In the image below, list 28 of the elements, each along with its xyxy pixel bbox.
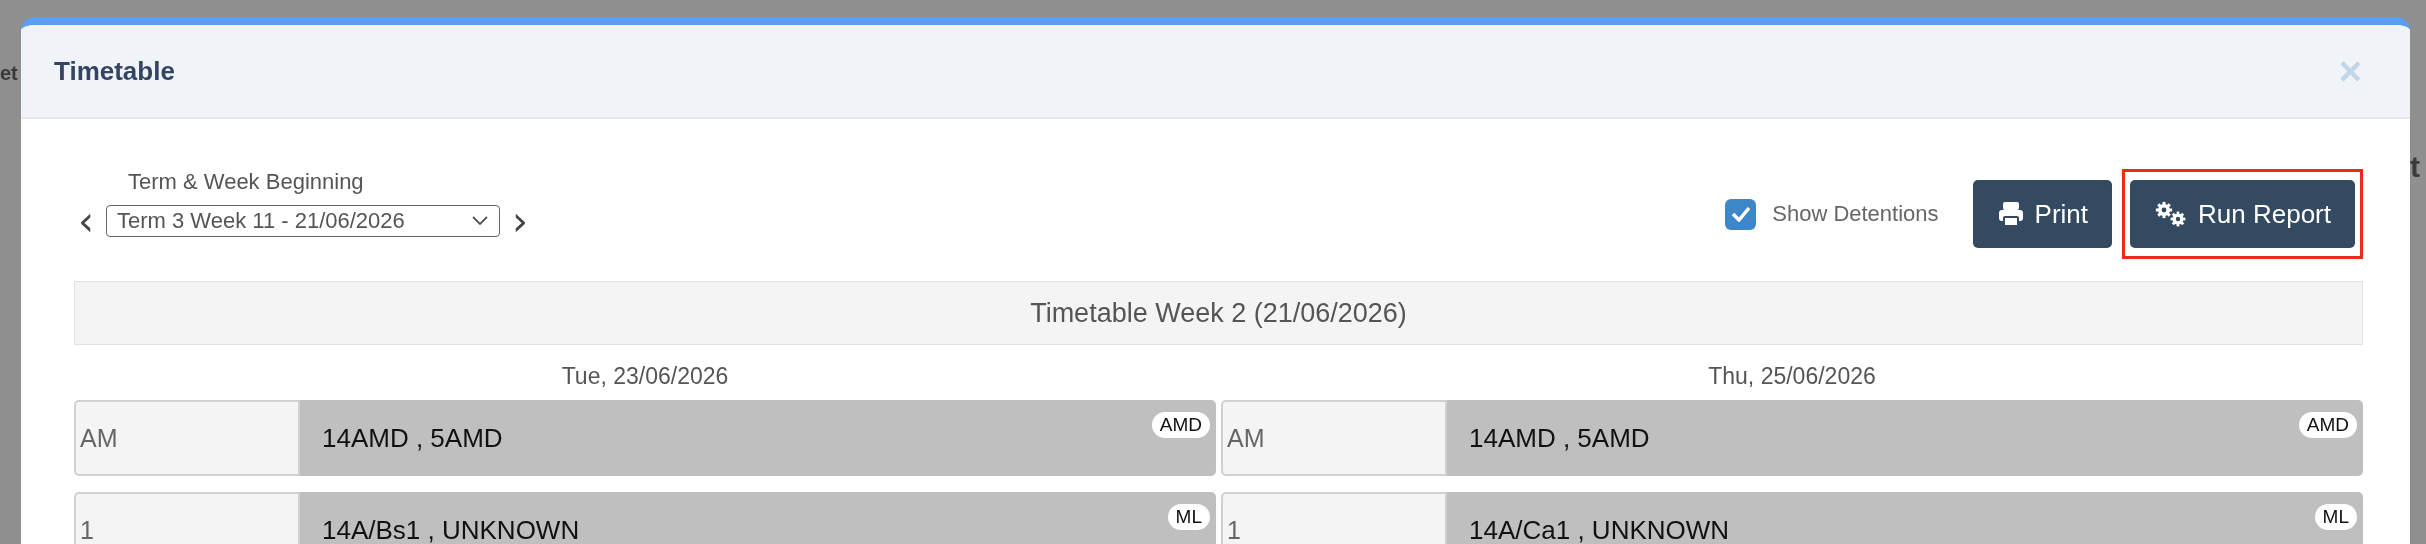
lesson-classes: 14AMD , 5AMD [1469,422,1650,454]
printer-icon [1996,200,2025,228]
teacher-badge: AMD [1151,412,1210,438]
previous-week-button[interactable]: ‹ [74,206,98,236]
teacher-badge: AMD [2298,412,2357,438]
period-cell: AM [1221,400,1447,476]
lesson-classes: 14A/Bs1 , UNKNOWN [322,514,580,544]
lesson-classes: 14A/Ca1 , UNKNOWN [1469,514,1730,544]
period-cell: 1 [1221,492,1447,544]
dialog-title: Timetable [54,55,175,87]
check-icon [1730,206,1751,222]
background-text: et [0,62,18,85]
term-week-select[interactable]: Term 3 Week 11 - 21/06/2026 [106,205,500,237]
show-detentions-checkbox[interactable] [1725,198,1757,230]
background-text: t [2410,150,2420,184]
lesson-classes: 14AMD , 5AMD [322,422,503,454]
period-cell: 1 [74,492,300,544]
period-cell: AM [74,400,300,476]
caret-icon [471,215,489,227]
week-heading: Timetable Week 2 (21/06/2026) [74,281,2363,345]
run-report-button[interactable]: Run Report [2122,169,2363,259]
teacher-badge: ML [1167,504,1210,530]
teacher-badge: ML [2314,504,2357,530]
filter-label: Term & Week Beginning [128,169,364,195]
checkbox-label: Show Detentions [1772,201,1939,227]
day-date: Tue, 23/06/2026 [560,363,730,390]
next-week-button[interactable]: › [508,206,532,236]
day-date: Thu, 25/06/2026 [1707,363,1877,390]
